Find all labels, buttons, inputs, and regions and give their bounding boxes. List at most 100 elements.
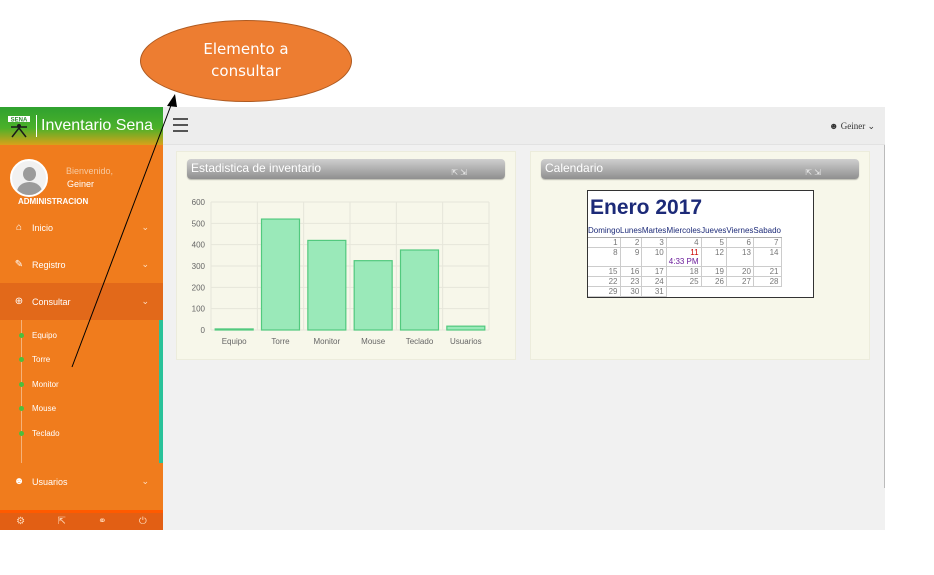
day-cell[interactable]: 1 — [588, 237, 621, 248]
users-icon: ☻ — [13, 476, 25, 487]
sidebar-item-registro[interactable]: ✎ Registro ⌄ — [0, 246, 163, 283]
day-cell[interactable]: 6 — [726, 237, 754, 248]
y-tick-label: 200 — [192, 283, 206, 292]
top-navbar: ☻ Geiner ⌄ — [163, 107, 885, 145]
day-cell[interactable]: 27 — [726, 276, 754, 287]
weekday-header: Martes — [641, 224, 667, 238]
day-cell[interactable]: 28 — [753, 276, 782, 287]
bar-teclado — [399, 249, 440, 331]
day-cell[interactable]: 25 — [666, 276, 702, 287]
sidebar-item-label: Inicio — [32, 222, 54, 233]
submenu-item-label: Teclado — [32, 429, 60, 438]
x-tick-label: Mouse — [361, 337, 386, 346]
submenu-item-torre[interactable]: Torre — [19, 355, 50, 364]
day-cell[interactable]: 13 — [726, 247, 754, 267]
bar-monitor — [307, 239, 347, 331]
menu-toggle-icon[interactable] — [173, 118, 188, 132]
scrollbar[interactable] — [884, 145, 885, 488]
inventory-bar-chart: 0 100 200 300 400 500 600 Equipo Torre Monitor Mou… — [192, 198, 490, 346]
welcome-text: Bienvenido, — [65, 166, 113, 176]
bar-mouse — [353, 260, 393, 331]
x-tick-label: Usuarios — [450, 337, 482, 346]
user-icon: ☻ — [828, 121, 839, 131]
day-cell[interactable]: 30 — [620, 286, 643, 297]
day-cell[interactable]: 18 — [666, 266, 702, 277]
day-cell[interactable]: 8 — [588, 247, 621, 267]
chevron-down-icon: ⌄ — [141, 296, 149, 306]
y-tick-label: 100 — [192, 305, 206, 314]
sidebar: SENA Inventario Sena Bienvenido, Geiner … — [0, 107, 163, 530]
x-tick-label: Equipo — [222, 337, 247, 346]
role-label: ADMINISTRACION — [18, 197, 89, 206]
submenu-item-label: Monitor — [32, 380, 59, 389]
bar-torre — [260, 218, 301, 331]
weekday-header: Domingo — [588, 224, 621, 238]
sidebar-item-label: Usuarios — [32, 476, 68, 487]
home-icon: ⌂ — [15, 222, 23, 233]
weekday-header: Sabado — [753, 224, 781, 238]
chevron-down-icon: ⌄ — [867, 121, 875, 131]
day-cell[interactable]: 21 — [753, 266, 782, 277]
day-cell[interactable]: 20 — [726, 266, 754, 277]
day-cell[interactable]: 9 — [620, 247, 643, 267]
day-cell[interactable]: 29 — [588, 286, 621, 297]
day-cell[interactable]: 14 — [753, 247, 782, 267]
day-cell[interactable]: 17 — [641, 266, 667, 277]
avatar — [10, 159, 48, 197]
calendar-grid: Domingo Lunes Martes Miercoles Jueves Viernes… — [588, 224, 782, 297]
eye-slash-icon[interactable]: ⚭ — [98, 516, 106, 527]
submenu-item-teclado[interactable]: Teclado — [19, 429, 60, 438]
day-cell[interactable]: 3 — [641, 237, 667, 248]
day-cell[interactable]: 11 4:33 PM — [666, 247, 702, 267]
bar-equipo — [214, 328, 254, 331]
submenu-item-equipo[interactable]: Equipo — [19, 331, 57, 340]
sidebar-item-consultar[interactable]: ⊕ Consultar ⌄ — [0, 283, 163, 320]
sidebar-item-inicio[interactable]: ⌂ Inicio ⌄ — [0, 209, 163, 246]
day-cell[interactable]: 26 — [701, 276, 727, 287]
submenu-item-monitor[interactable]: Monitor — [19, 380, 59, 389]
day-cell[interactable]: 12 — [701, 247, 727, 267]
edit-icon: ✎ — [14, 259, 24, 270]
brand-bar[interactable]: SENA Inventario Sena — [0, 107, 163, 145]
day-cell[interactable]: 2 — [620, 237, 643, 248]
chevron-down-icon: ⌄ — [141, 259, 149, 269]
y-tick-label: 300 — [192, 262, 206, 271]
day-cell[interactable]: 16 — [620, 266, 643, 277]
panel-controls-icon[interactable]: ⇱ ⇲ — [805, 163, 821, 182]
user-dropdown-label: Geiner — [840, 121, 866, 131]
bullet-dot-icon — [19, 382, 24, 387]
x-tick-label: Torre — [271, 337, 290, 346]
submenu-item-mouse[interactable]: Mouse — [19, 404, 56, 413]
sidebar-item-usuarios[interactable]: ☻ Usuarios ⌄ — [0, 463, 163, 500]
day-cell[interactable]: 24 — [641, 276, 667, 287]
day-cell[interactable]: 19 — [701, 266, 727, 277]
brand-title: Inventario Sena — [41, 117, 154, 134]
calendar-month-title: Enero 2017 — [590, 196, 703, 219]
brand-separator — [36, 115, 37, 137]
username: Geiner — [66, 179, 94, 189]
day-cell[interactable]: 23 — [620, 276, 643, 287]
power-icon[interactable]: ⏻ — [139, 516, 147, 527]
submenu-item-label: Mouse — [32, 404, 57, 413]
day-cell[interactable]: 15 — [588, 266, 621, 277]
submenu-item-label: Equipo — [32, 331, 57, 340]
main-content: Estadistica de inventario ⇱ ⇲ 0 100 200 300… — [163, 145, 885, 530]
y-tick-label: 600 — [192, 198, 206, 207]
day-cell[interactable]: 31 — [641, 286, 667, 297]
sidebar-item-label: Consultar — [32, 296, 71, 307]
sidebar-footer: ⚙ ⇱ ⚭ ⏻ — [0, 510, 163, 530]
day-cell[interactable]: 10 — [641, 247, 667, 267]
day-cell[interactable]: 4 — [666, 237, 702, 248]
calendar-widget: Enero 2017 Domingo Lunes Martes Miercoles Ju… — [587, 190, 814, 298]
weekday-header: Miercoles — [666, 224, 702, 238]
y-tick-label: 0 — [201, 326, 206, 335]
x-tick-label: Monitor — [313, 337, 340, 346]
gear-icon[interactable]: ⚙ — [16, 516, 25, 527]
day-cell[interactable]: 7 — [753, 237, 782, 248]
fullscreen-icon[interactable]: ⇱ — [57, 516, 65, 527]
day-cell[interactable]: 5 — [701, 237, 727, 248]
user-dropdown[interactable]: ☻ Geiner ⌄ — [829, 121, 875, 132]
day-cell[interactable]: 22 — [588, 276, 621, 287]
submenu-item-label: Torre — [32, 355, 51, 364]
bullet-dot-icon — [19, 406, 24, 411]
